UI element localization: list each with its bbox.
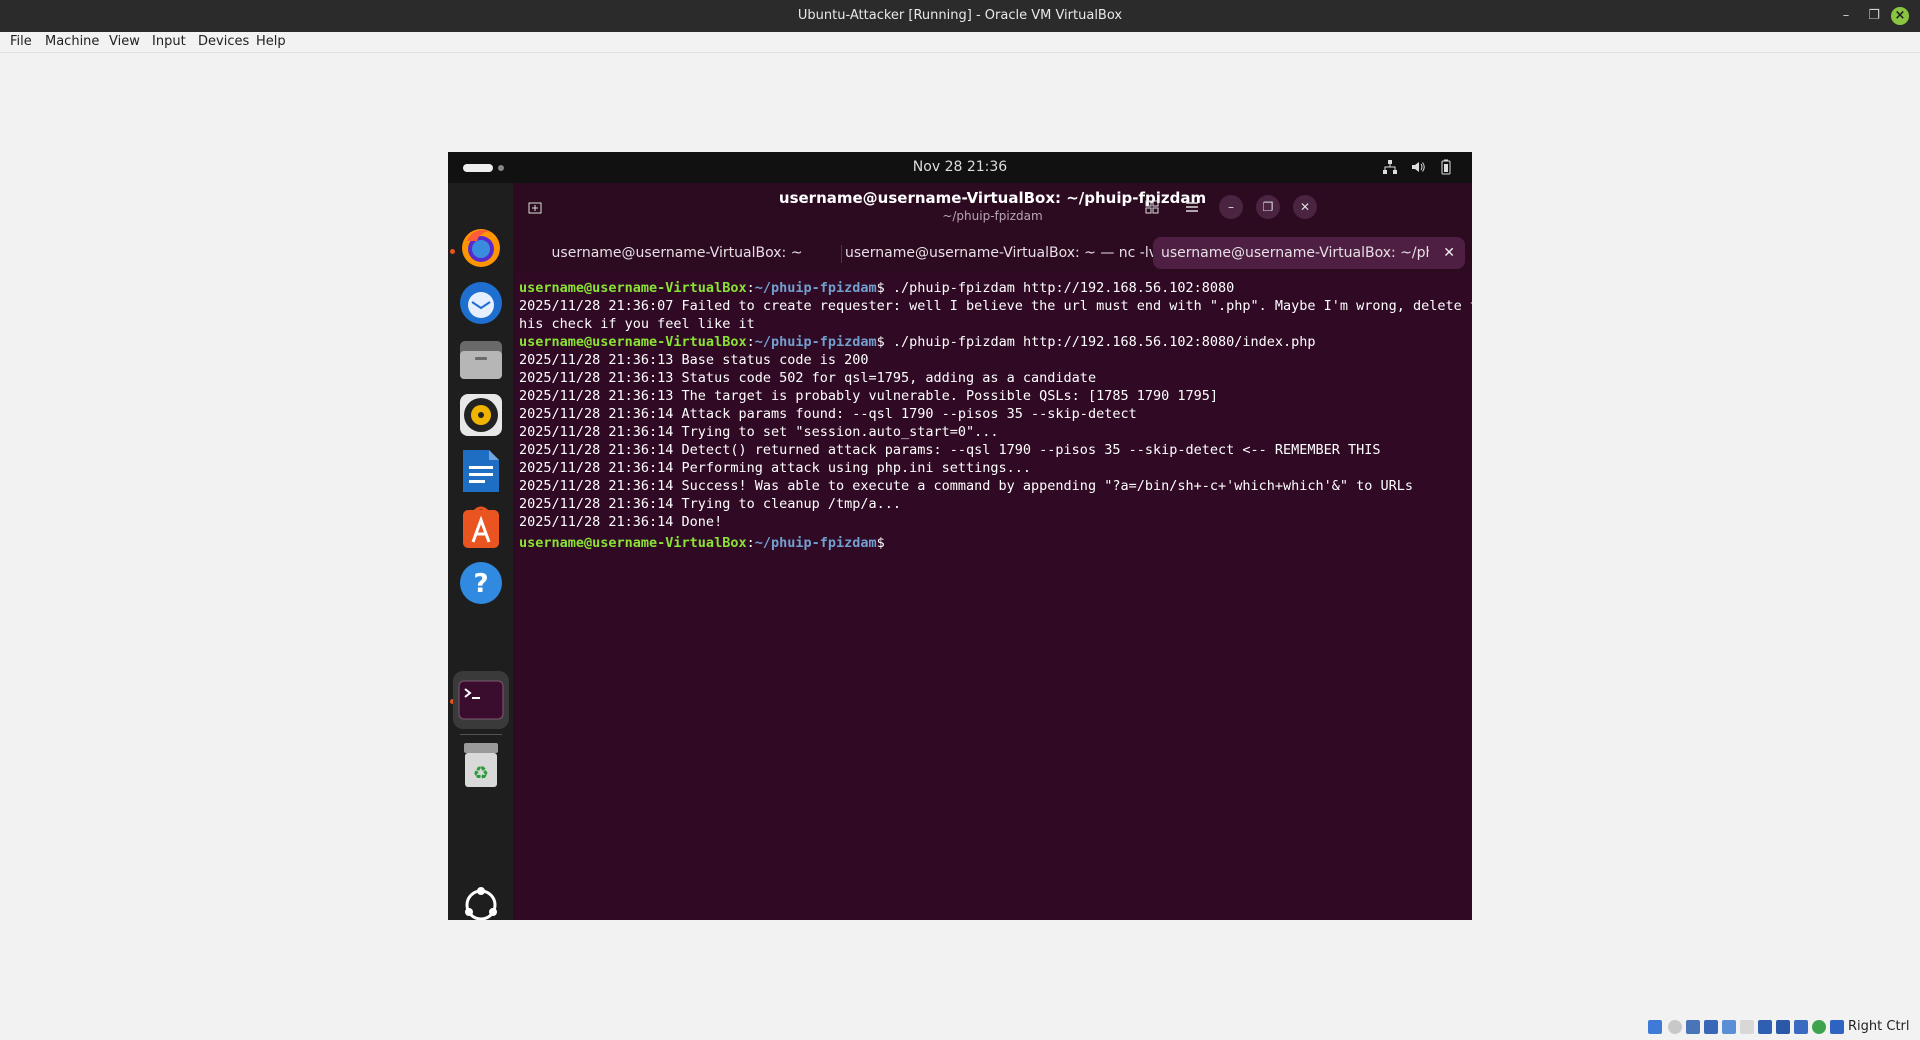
- vm-display[interactable]: Nov 28 21:36 ? ♻ username@username-Virtu…: [448, 152, 1472, 920]
- display-icon[interactable]: [1758, 1020, 1772, 1034]
- app-center-icon[interactable]: [456, 501, 506, 553]
- menu-input[interactable]: Input: [152, 34, 186, 49]
- trash-icon[interactable]: ♻: [456, 739, 506, 791]
- terminal-tab-bar: username@username-VirtualBox: ~ username…: [513, 231, 1472, 273]
- tab-overview-button[interactable]: [1140, 195, 1164, 219]
- rhythmbox-icon[interactable]: [456, 389, 506, 441]
- window-title: Ubuntu-Attacker [Running] - Oracle VM Vi…: [797, 8, 1123, 23]
- prompt-user: username@username-VirtualBox: [519, 535, 747, 551]
- menu-machine[interactable]: Machine: [45, 34, 99, 49]
- menu-file[interactable]: File: [10, 34, 32, 49]
- menu-devices[interactable]: Devices: [198, 34, 249, 49]
- network-adapter-icon[interactable]: [1704, 1020, 1718, 1034]
- minimize-icon: –: [1228, 200, 1234, 214]
- prompt-path: ~/phuip-fpizdam: [754, 280, 877, 296]
- tab-label: username@username-VirtualBox: ~/phuip-fp…: [1161, 245, 1429, 261]
- terminal-title: username@username-VirtualBox: ~/phuip-fp…: [778, 189, 1207, 207]
- terminal-window: username@username-VirtualBox: ~/phuip-fp…: [513, 183, 1472, 920]
- hard-disk-icon[interactable]: [1648, 1020, 1662, 1034]
- terminal-line: 2025/11/28 21:36:14 Attack params found:…: [519, 406, 1137, 422]
- dock-separator: [460, 734, 502, 735]
- prompt-path: ~/phuip-fpizdam: [754, 535, 877, 551]
- command-text: ./phuip-fpizdam http://192.168.56.102:80…: [884, 280, 1235, 296]
- terminal-line: 2025/11/28 21:36:13 Status code 502 for …: [519, 370, 1097, 386]
- prompt-user: username@username-VirtualBox: [519, 334, 747, 350]
- prompt-user: username@username-VirtualBox: [519, 280, 747, 296]
- terminal-line: 2025/11/28 21:36:14 Success! Was able to…: [519, 478, 1414, 494]
- terminal-close-button[interactable]: ✕: [1293, 195, 1317, 219]
- terminal-line: 2025/11/28 21:36:14 Trying to set "sessi…: [519, 424, 999, 440]
- tab-nc[interactable]: username@username-VirtualBox: ~ — nc -lv…: [845, 237, 1157, 269]
- shared-folders-icon[interactable]: [1740, 1020, 1754, 1034]
- close-button[interactable]: ×: [1891, 7, 1909, 25]
- terminal-line: 2025/11/28 21:36:14 Trying to cleanup /t…: [519, 496, 902, 512]
- prompt-separator: :: [746, 280, 755, 296]
- terminal-line: 2025/11/28 21:36:14 Detect() returned at…: [519, 442, 1381, 458]
- recording-icon[interactable]: [1776, 1020, 1790, 1034]
- files-icon[interactable]: [456, 333, 506, 385]
- help-icon[interactable]: ?: [456, 557, 506, 609]
- optical-drive-icon[interactable]: [1668, 1020, 1682, 1034]
- terminal-subtitle: ~/phuip-fpizdam: [942, 209, 1043, 223]
- tab-separator: [841, 245, 842, 263]
- hamburger-icon: [1186, 202, 1198, 212]
- cpu-icon[interactable]: [1794, 1020, 1808, 1034]
- dock: ? ♻: [448, 183, 513, 920]
- menu-help[interactable]: Help: [256, 34, 286, 49]
- terminal-line: his check if you feel like it: [519, 316, 755, 332]
- terminal-line: username@username-VirtualBox:~/phuip-fpi…: [519, 333, 1469, 351]
- network-icon[interactable]: [1382, 159, 1398, 175]
- menu-view[interactable]: View: [109, 34, 140, 49]
- usb-icon[interactable]: [1722, 1020, 1736, 1034]
- terminal-line: 2025/11/28 21:36:13 The target is probab…: [519, 388, 1218, 404]
- text-cursor: [885, 531, 893, 547]
- libreoffice-writer-icon[interactable]: [456, 445, 506, 497]
- terminal-line: 2025/11/28 21:36:14 Done!: [519, 514, 723, 530]
- show-apps-icon[interactable]: [456, 879, 506, 920]
- terminal-minimize-button[interactable]: –: [1219, 195, 1243, 219]
- tab-phuip[interactable]: username@username-VirtualBox: ~/phuip-fp…: [1153, 237, 1465, 269]
- gnome-top-bar: Nov 28 21:36: [448, 152, 1472, 183]
- svg-text:?: ?: [473, 569, 488, 599]
- tab-label: username@username-VirtualBox: ~ — nc -lv…: [845, 245, 1157, 261]
- terminal-icon[interactable]: [453, 671, 509, 729]
- close-icon: ✕: [1299, 200, 1311, 214]
- minimize-button[interactable]: –: [1836, 6, 1856, 26]
- terminal-maximize-button[interactable]: ❐: [1256, 195, 1280, 219]
- close-tab-icon[interactable]: ✕: [1443, 237, 1455, 269]
- prompt-dollar: $: [876, 334, 885, 350]
- terminal-line: 2025/11/28 21:36:13 Base status code is …: [519, 352, 869, 368]
- prompt-separator: :: [746, 535, 755, 551]
- terminal-line: username@username-VirtualBox:~/phuip-fpi…: [519, 531, 1469, 552]
- host-menu-bar: File Machine View Input Devices Help: [0, 32, 1920, 53]
- tab-label: username@username-VirtualBox: ~: [551, 245, 803, 261]
- maximize-icon: ❐: [1262, 200, 1274, 214]
- prompt-dollar: $: [876, 280, 885, 296]
- clock[interactable]: Nov 28 21:36: [448, 159, 1472, 175]
- prompt-separator: :: [746, 334, 755, 350]
- terminal-line: 2025/11/28 21:36:14 Performing attack us…: [519, 460, 1032, 476]
- audio-icon[interactable]: [1686, 1020, 1700, 1034]
- prompt-dollar: $: [876, 535, 885, 551]
- grid-icon: [1145, 200, 1159, 214]
- svg-text:♻: ♻: [473, 763, 489, 784]
- battery-icon[interactable]: [1438, 159, 1454, 175]
- running-indicator: [450, 249, 455, 254]
- restore-button[interactable]: ❐: [1864, 6, 1884, 26]
- thunderbird-icon[interactable]: [456, 277, 506, 329]
- keyboard-capture-icon[interactable]: [1830, 1020, 1844, 1034]
- firefox-icon[interactable]: [456, 221, 506, 273]
- terminal-line: 2025/11/28 21:36:07 Failed to create req…: [519, 298, 1472, 314]
- volume-icon[interactable]: [1410, 159, 1426, 175]
- main-menu-button[interactable]: [1180, 195, 1204, 219]
- host-title-bar: Ubuntu-Attacker [Running] - Oracle VM Vi…: [0, 0, 1920, 32]
- terminal-line: username@username-VirtualBox:~/phuip-fpi…: [519, 279, 1469, 297]
- prompt-path: ~/phuip-fpizdam: [754, 334, 877, 350]
- mouse-integration-icon[interactable]: [1812, 1020, 1826, 1034]
- command-text: ./phuip-fpizdam http://192.168.56.102:80…: [884, 334, 1316, 350]
- tab-home[interactable]: username@username-VirtualBox: ~: [517, 237, 837, 269]
- terminal-header-bar: username@username-VirtualBox: ~/phuip-fp…: [513, 183, 1472, 231]
- terminal-output[interactable]: username@username-VirtualBox:~/phuip-fpi…: [519, 279, 1472, 552]
- host-key-label[interactable]: Right Ctrl: [1848, 1019, 1910, 1034]
